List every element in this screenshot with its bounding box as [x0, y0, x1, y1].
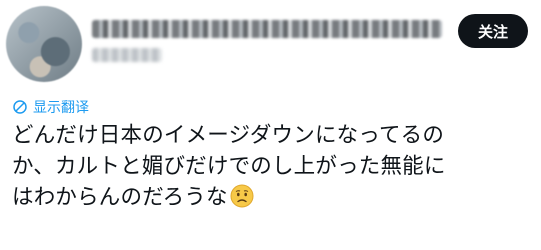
user-avatar[interactable] [6, 6, 82, 82]
translate-label: 显示翻译 [33, 100, 89, 116]
tweet-text: どんだけ日本のイメージダウンになってるの か、カルトと媚びだけでのし上がった無能に… [12, 120, 534, 213]
show-translation-link[interactable]: 显示翻译 [12, 97, 89, 117]
user-handle-blurred[interactable] [92, 48, 162, 62]
translate-icon [13, 100, 27, 114]
tweet-line-1: どんだけ日本のイメージダウンになってるの [12, 123, 445, 148]
worried-face-icon [230, 184, 254, 208]
tweet-line-3-wrap: はわからんのだろうな [12, 182, 534, 213]
follow-button[interactable]: 关注 [458, 14, 528, 48]
display-name-blurred[interactable] [92, 20, 442, 38]
tweet-line-2: か、カルトと媚びだけでのし上がった無能に [12, 154, 446, 179]
tweet-line-3: はわからんのだろうな [12, 185, 228, 210]
